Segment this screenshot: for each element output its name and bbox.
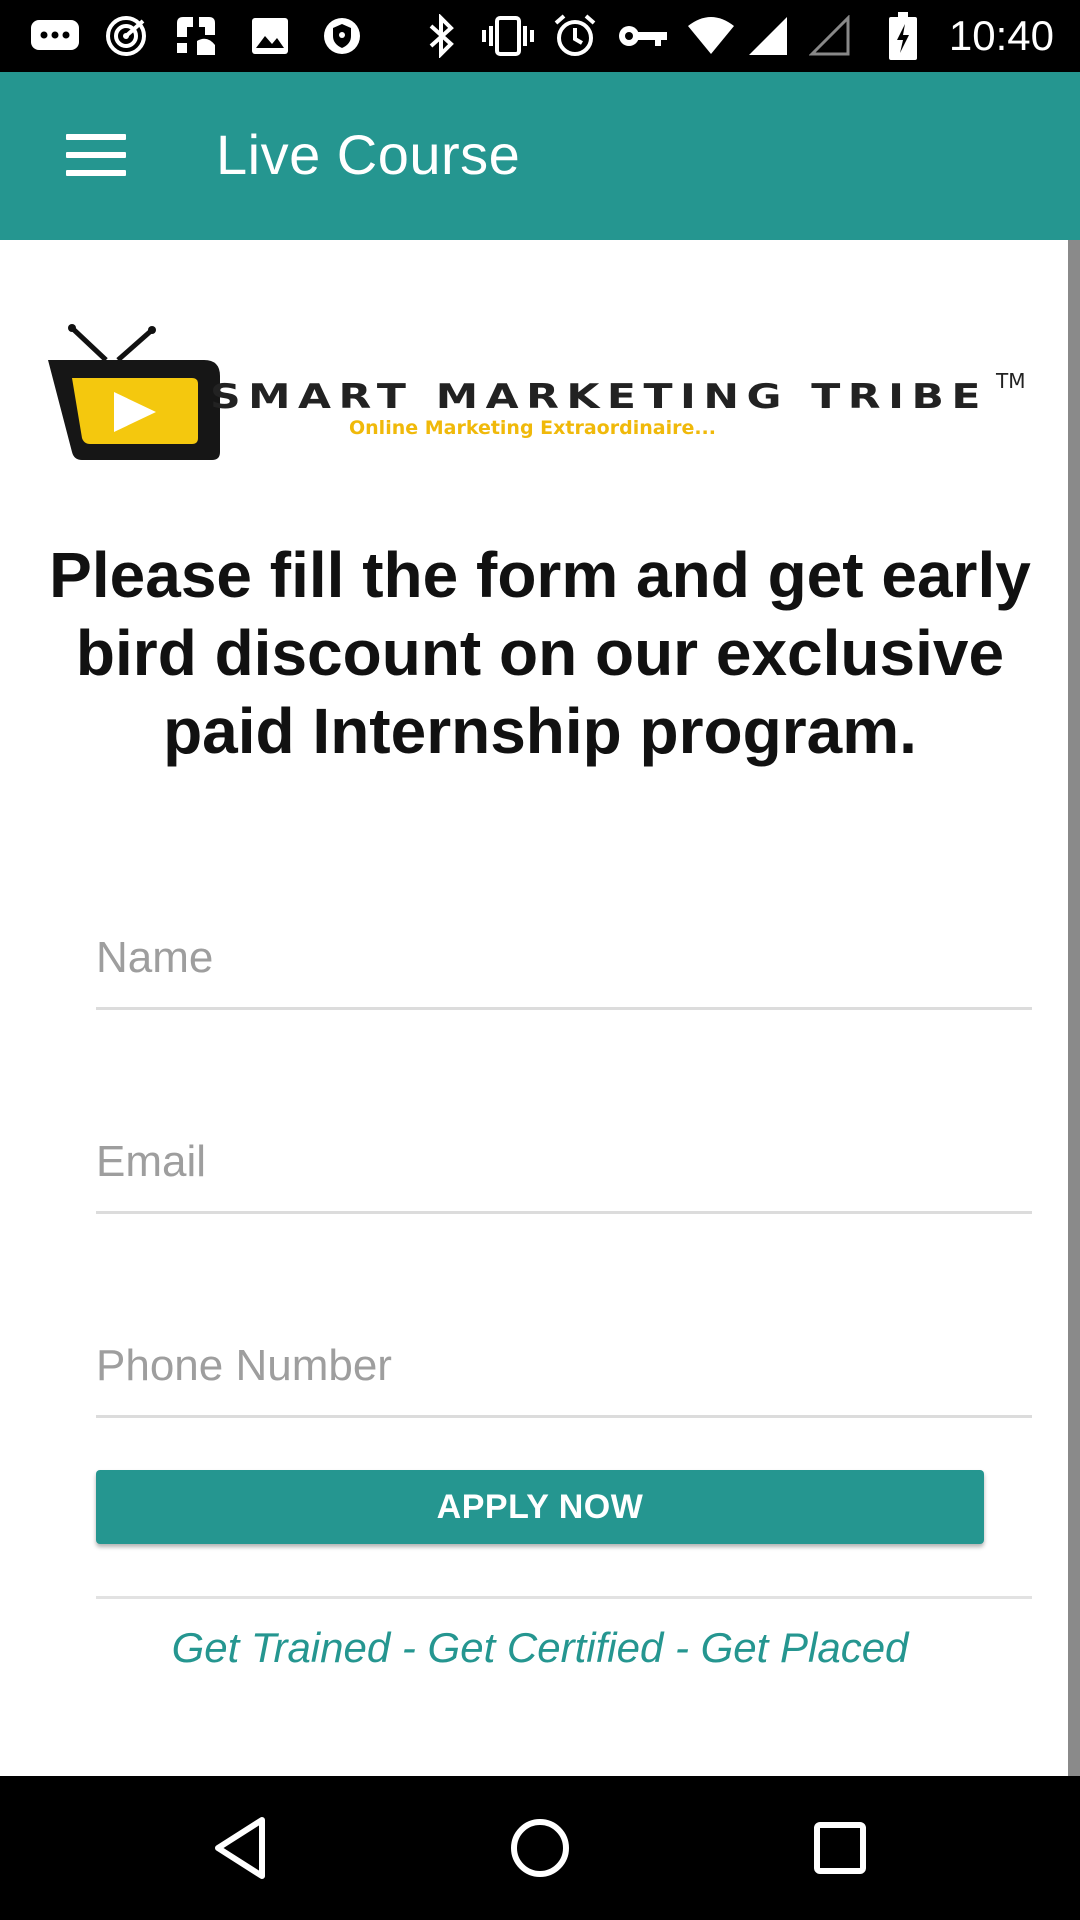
app-icon bbox=[172, 14, 220, 58]
form-headline: Please fill the form and get early bird … bbox=[49, 539, 1031, 767]
brand-logo: SMART MARKETING TRIBE TM Online Marketin… bbox=[44, 320, 1034, 470]
tagline: Get Trained - Get Certified - Get Placed bbox=[171, 1624, 909, 1671]
page-title: Live Course bbox=[216, 123, 521, 186]
message-icon bbox=[28, 14, 82, 58]
app-bar: Live Course bbox=[0, 72, 1080, 240]
phone-field bbox=[96, 1328, 1032, 1418]
brand-slogan: Online Marketing Extraordinaire... bbox=[349, 417, 716, 439]
divider bbox=[96, 1596, 1032, 1599]
phone-input[interactable] bbox=[96, 1341, 1032, 1391]
apply-now-button[interactable]: APPLY NOW bbox=[96, 1470, 984, 1544]
signal-icon bbox=[746, 14, 790, 58]
alarm-icon bbox=[552, 14, 598, 58]
navigation-bar bbox=[0, 1776, 1080, 1920]
home-icon[interactable] bbox=[500, 1812, 580, 1884]
wifi-icon bbox=[686, 14, 736, 58]
back-icon[interactable] bbox=[200, 1812, 280, 1884]
bluetooth-icon bbox=[424, 14, 460, 58]
image-icon bbox=[248, 14, 292, 58]
radar-icon bbox=[104, 14, 148, 58]
status-bar: 10:40 bbox=[0, 0, 1080, 72]
signal-empty-icon bbox=[808, 14, 852, 58]
email-field bbox=[96, 1124, 1032, 1214]
clock-time: 10:40 bbox=[948, 12, 1054, 59]
battery-charging-icon bbox=[886, 12, 920, 60]
hamburger-menu-icon[interactable] bbox=[66, 134, 126, 178]
name-input[interactable] bbox=[96, 933, 1032, 983]
name-field bbox=[96, 920, 1032, 1010]
brand-name: SMART MARKETING TRIBE bbox=[210, 377, 988, 417]
scrollbar[interactable] bbox=[1068, 240, 1080, 1776]
trademark-mark: TM bbox=[995, 369, 1025, 393]
email-input[interactable] bbox=[96, 1137, 1032, 1187]
vpn-key-icon bbox=[616, 14, 670, 58]
recents-icon[interactable] bbox=[800, 1812, 880, 1884]
shield-icon bbox=[320, 14, 364, 58]
vibrate-icon bbox=[480, 14, 536, 58]
